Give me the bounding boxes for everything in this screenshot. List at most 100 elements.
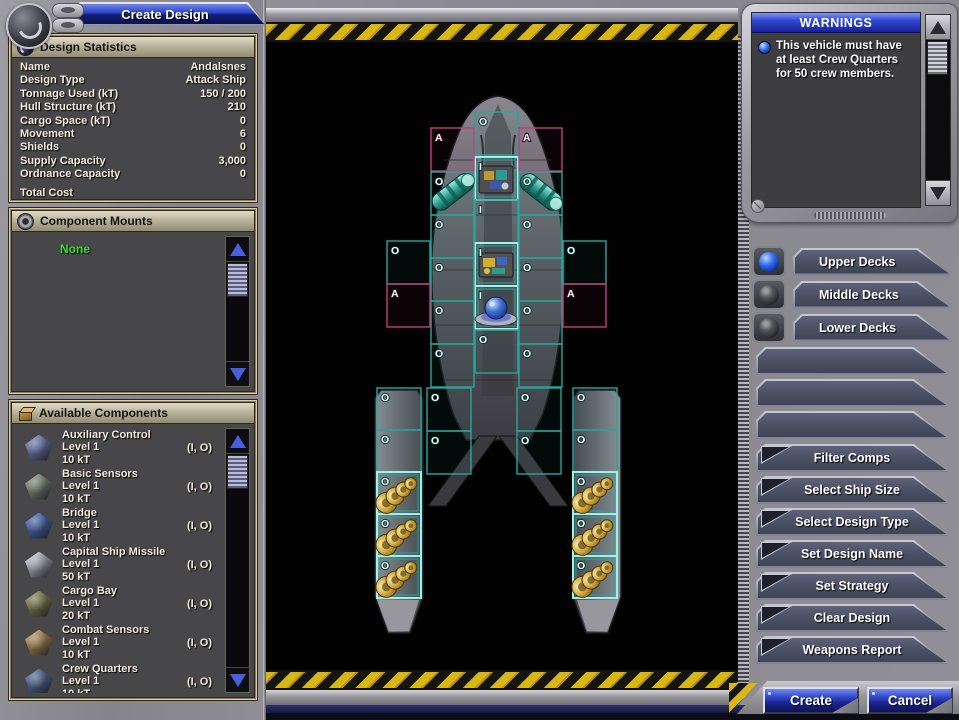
- warnings-scroll-down-button[interactable]: [926, 180, 950, 205]
- warnings-scroll-up-button[interactable]: [926, 15, 950, 40]
- design-statistics-title: Design Statistics: [40, 40, 137, 54]
- action-button-weapons-report[interactable]: Weapons Report: [756, 636, 948, 664]
- action-button-select-ship-size[interactable]: Select Ship Size: [756, 476, 948, 504]
- component-item-basic-sensors[interactable]: Basic SensorsLevel 110 kT(I, O): [18, 467, 220, 506]
- warning-bullet-icon: [758, 41, 771, 54]
- down-arrow-icon: [230, 674, 246, 687]
- component-name: Combat Sensors: [62, 624, 170, 637]
- action-button-set-strategy[interactable]: Set Strategy: [756, 572, 948, 600]
- stat-value: 0: [240, 115, 246, 128]
- corner-notch-icon: [761, 510, 792, 528]
- slot-label: O: [479, 116, 487, 128]
- mounts-scroll-up-button[interactable]: [226, 237, 249, 262]
- bridge-icon: [20, 511, 58, 541]
- component-slots: (I, O): [170, 676, 220, 688]
- component-slots: (I, O): [170, 598, 220, 610]
- action-button-filter-comps[interactable]: Filter Comps: [756, 444, 948, 472]
- slot-label: O: [577, 560, 585, 572]
- slot-label: O: [523, 305, 531, 317]
- warnings-panel: WARNINGS This vehicle must have at least…: [741, 3, 958, 223]
- warnings-scrollbar-thumb[interactable]: [927, 41, 948, 75]
- oval-button-top[interactable]: [52, 3, 84, 18]
- deck-radio-lower-decks[interactable]: [752, 312, 786, 343]
- component-mounts-list[interactable]: None: [18, 236, 220, 387]
- ship-top-view: OIIIIOAAOOOOOOOOOOOOOOOOAAOOOOOOOOOO: [268, 42, 735, 670]
- slot-label: O: [431, 392, 439, 404]
- component-text: Auxiliary ControlLevel 110 kT: [62, 429, 170, 467]
- up-arrow-icon: [230, 243, 246, 256]
- create-button[interactable]: Create: [763, 687, 859, 714]
- stat-value: 0: [240, 141, 246, 154]
- warnings-body: WARNINGS This vehicle must have at least…: [751, 12, 921, 208]
- stat-label: Supply Capacity: [20, 155, 106, 168]
- slot-label: O: [523, 176, 531, 188]
- slot-label: O: [577, 434, 585, 446]
- total-cost-block: Total Cost 2,800 150: [12, 182, 254, 200]
- components-scroll-down-button[interactable]: [226, 667, 249, 692]
- button-label: Upper Decks: [793, 248, 951, 276]
- available-components-list: Auxiliary ControlLevel 110 kT(I, O)Basic…: [18, 428, 220, 693]
- deck-radio-upper-decks[interactable]: [752, 246, 786, 277]
- oval-button-bottom[interactable]: [52, 18, 84, 33]
- component-size: 50 kT: [62, 571, 170, 584]
- action-button-set-design-name[interactable]: Set Design Name: [756, 540, 948, 568]
- design-statistics-panel: Design Statistics NameAndalsnesDesign Ty…: [8, 33, 258, 203]
- menu-orb-button[interactable]: [6, 3, 52, 49]
- slot-label: O: [577, 392, 585, 404]
- action-button-select-design-type[interactable]: Select Design Type: [756, 508, 948, 536]
- available-components-title: Available Components: [39, 406, 168, 420]
- mounts-scrollbar-thumb[interactable]: [227, 263, 248, 297]
- corner-notch-icon: [761, 478, 792, 496]
- stat-row-supply-capacity: Supply Capacity3,000: [20, 155, 246, 168]
- warnings-title: WARNINGS: [752, 13, 920, 33]
- slot-label: A: [391, 288, 399, 300]
- stat-label: Tonnage Used (kT): [20, 88, 118, 101]
- component-item-auxiliary-control[interactable]: Auxiliary ControlLevel 110 kT(I, O): [18, 428, 220, 467]
- action-button-clear-design[interactable]: Clear Design: [756, 604, 948, 632]
- crew-quarters-icon: [20, 667, 58, 694]
- mounts-scroll-down-button[interactable]: [226, 361, 249, 386]
- ship-design-canvas[interactable]: OIIIIOAAOOOOOOOOOOOOOOOOAAOOOOOOOOOO: [264, 42, 738, 670]
- cancel-button[interactable]: Cancel: [867, 687, 953, 714]
- deck-button-middle-decks[interactable]: Middle Decks: [793, 281, 951, 309]
- component-item-crew-quarters[interactable]: Crew QuartersLevel 110 kT(I, O): [18, 662, 220, 693]
- mounts-none-label: None: [60, 242, 220, 256]
- component-mounts-title: Component Mounts: [40, 214, 153, 228]
- window-title-plate: Create Design: [64, 2, 266, 26]
- deck-button-lower-decks[interactable]: Lower Decks: [793, 314, 951, 342]
- components-scrollbar-thumb[interactable]: [227, 455, 248, 489]
- component-size: 10 kT: [62, 454, 170, 467]
- slot-label: O: [381, 434, 389, 446]
- components-scroll-up-button[interactable]: [226, 429, 249, 454]
- stat-row-ordnance-capacity: Ordnance Capacity0: [20, 168, 246, 181]
- component-size: 10 kT: [62, 493, 170, 506]
- warning-message-1: This vehicle must have at least Crew Qua…: [758, 39, 914, 81]
- slot-label: O: [435, 219, 443, 231]
- blank-button-2[interactable]: [756, 379, 948, 407]
- component-item-cargo-bay[interactable]: Cargo BayLevel 120 kT(I, O): [18, 584, 220, 623]
- deck-row-lower-decks: Lower Decks: [752, 313, 951, 342]
- component-mounts-panel: Component Mounts None: [8, 207, 258, 395]
- component-level: Level 1: [62, 597, 170, 610]
- component-item-capital-ship-missile[interactable]: Capital Ship MissileLevel 150 kT(I, O): [18, 545, 220, 584]
- component-level: Level 1: [62, 675, 170, 688]
- deck-radio-middle-decks[interactable]: [752, 279, 786, 310]
- blank-button-1[interactable]: [756, 347, 948, 375]
- mounts-scrollbar[interactable]: [225, 236, 250, 387]
- machinery-component: [479, 166, 513, 193]
- deck-button-upper-decks[interactable]: Upper Decks: [793, 248, 951, 276]
- button-face: [758, 381, 946, 405]
- slot-label: O: [381, 392, 389, 404]
- down-arrow-icon: [930, 187, 946, 200]
- blank-button-3[interactable]: [756, 411, 948, 439]
- component-mounts-icon: [17, 213, 34, 230]
- component-item-bridge[interactable]: BridgeLevel 110 kT(I, O): [18, 506, 220, 545]
- warnings-scrollbar[interactable]: [925, 14, 951, 206]
- component-name: Capital Ship Missile: [62, 546, 170, 559]
- slot-label: A: [567, 288, 575, 300]
- component-item-combat-sensors[interactable]: Combat SensorsLevel 110 kT(I, O): [18, 623, 220, 662]
- component-name: Bridge: [62, 507, 170, 520]
- slot-label: O: [381, 476, 389, 488]
- components-scrollbar[interactable]: [225, 428, 250, 693]
- top-metal-trim: [264, 8, 738, 23]
